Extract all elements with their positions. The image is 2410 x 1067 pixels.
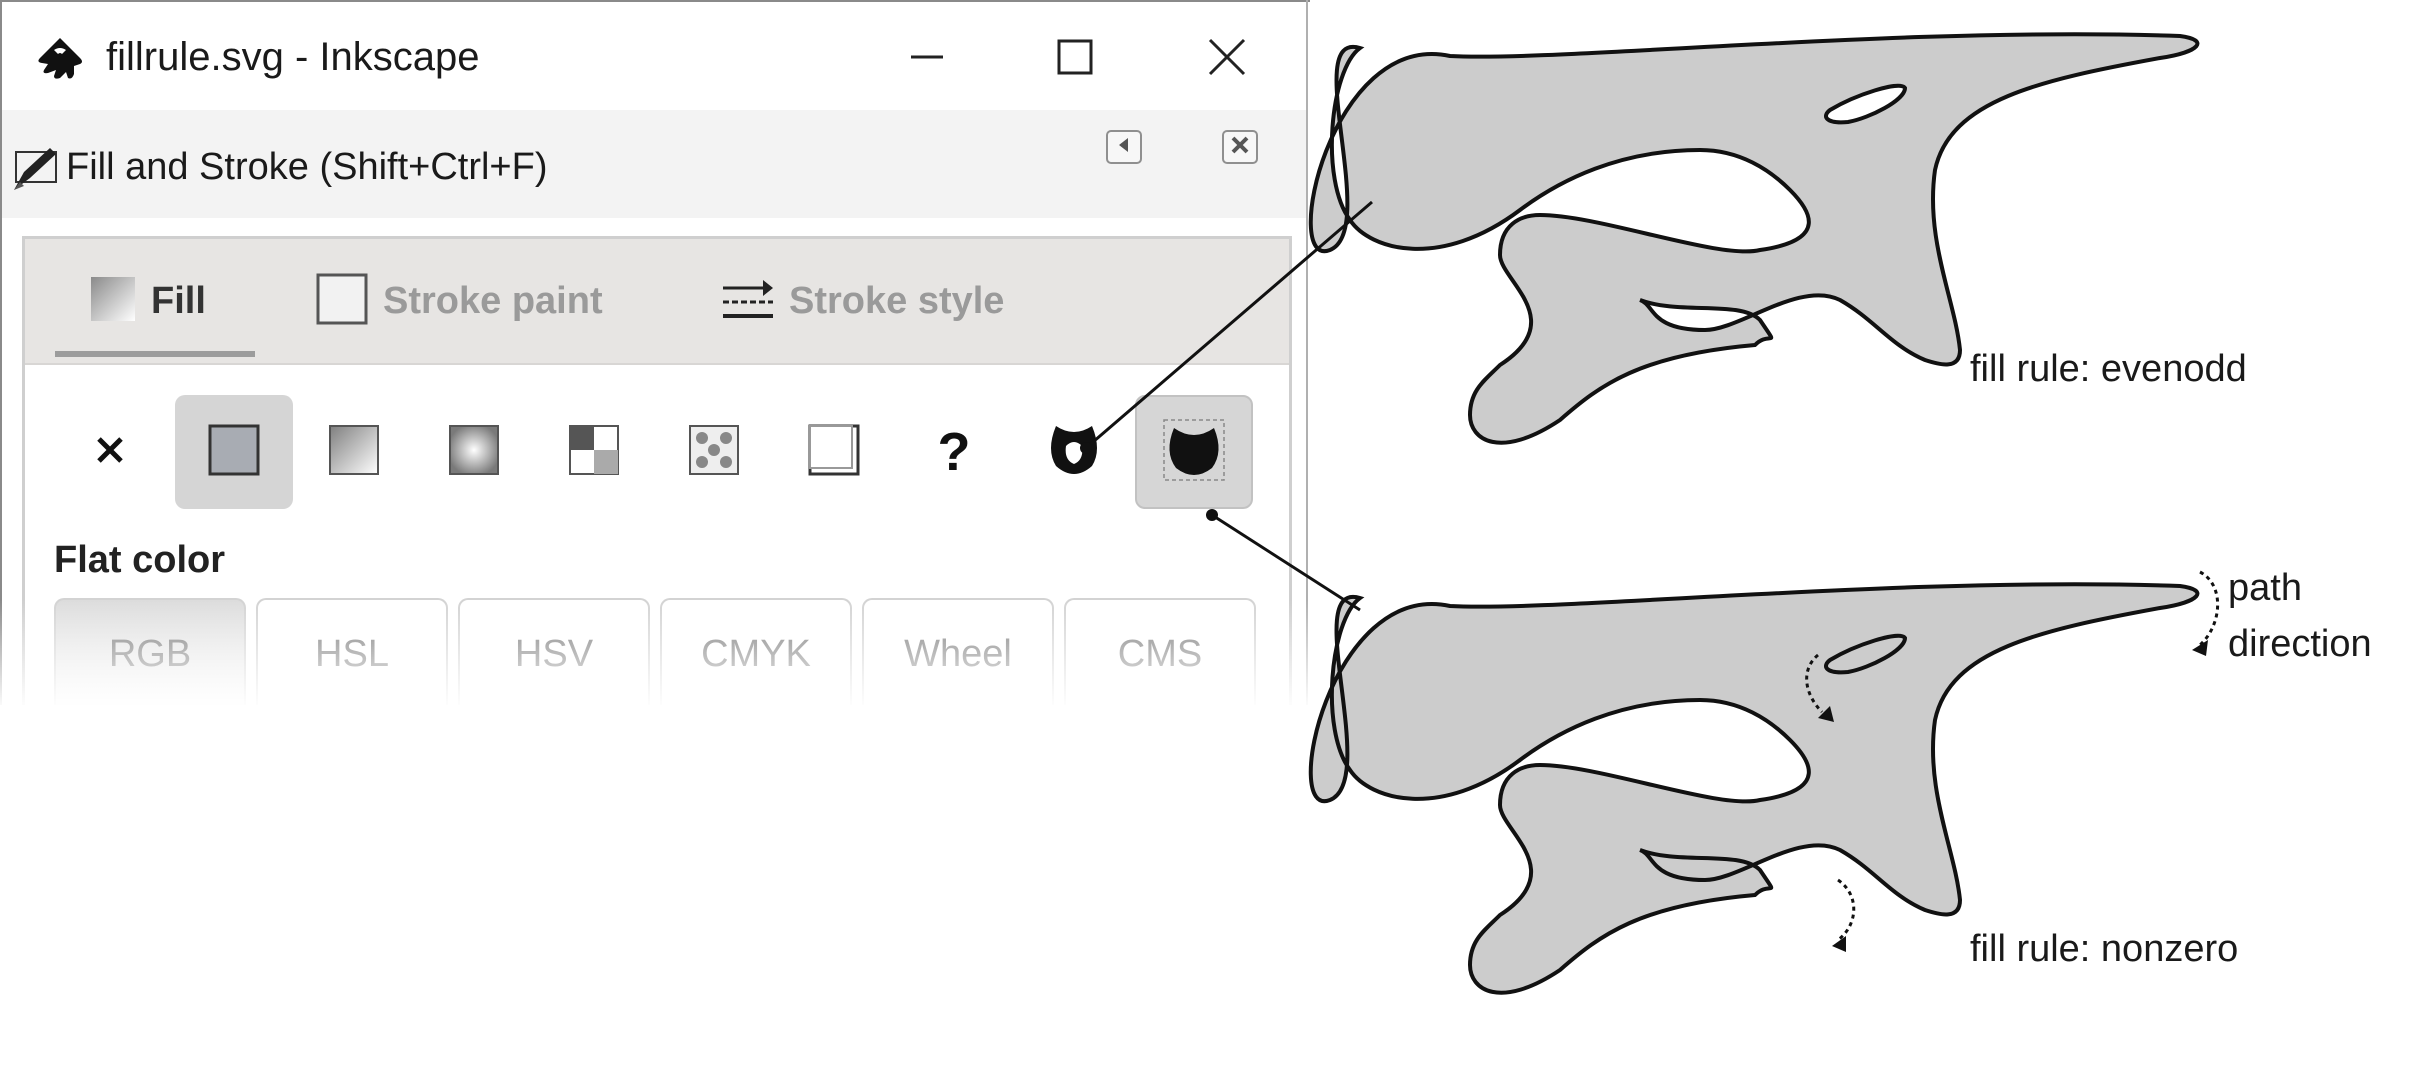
evenodd-label: fill rule: evenodd (1970, 348, 2247, 390)
path-direction-label-line2: direction (2228, 623, 2372, 665)
nonzero-label: fill rule: nonzero (1970, 928, 2239, 970)
leader-lines (1085, 200, 1373, 612)
leader-dot-evenodd (1080, 442, 1092, 454)
path-direction-label-line1: path (2228, 567, 2302, 609)
fill-rule-illustration (1080, 32, 2220, 995)
leader-dot-nonzero (1206, 509, 1218, 521)
